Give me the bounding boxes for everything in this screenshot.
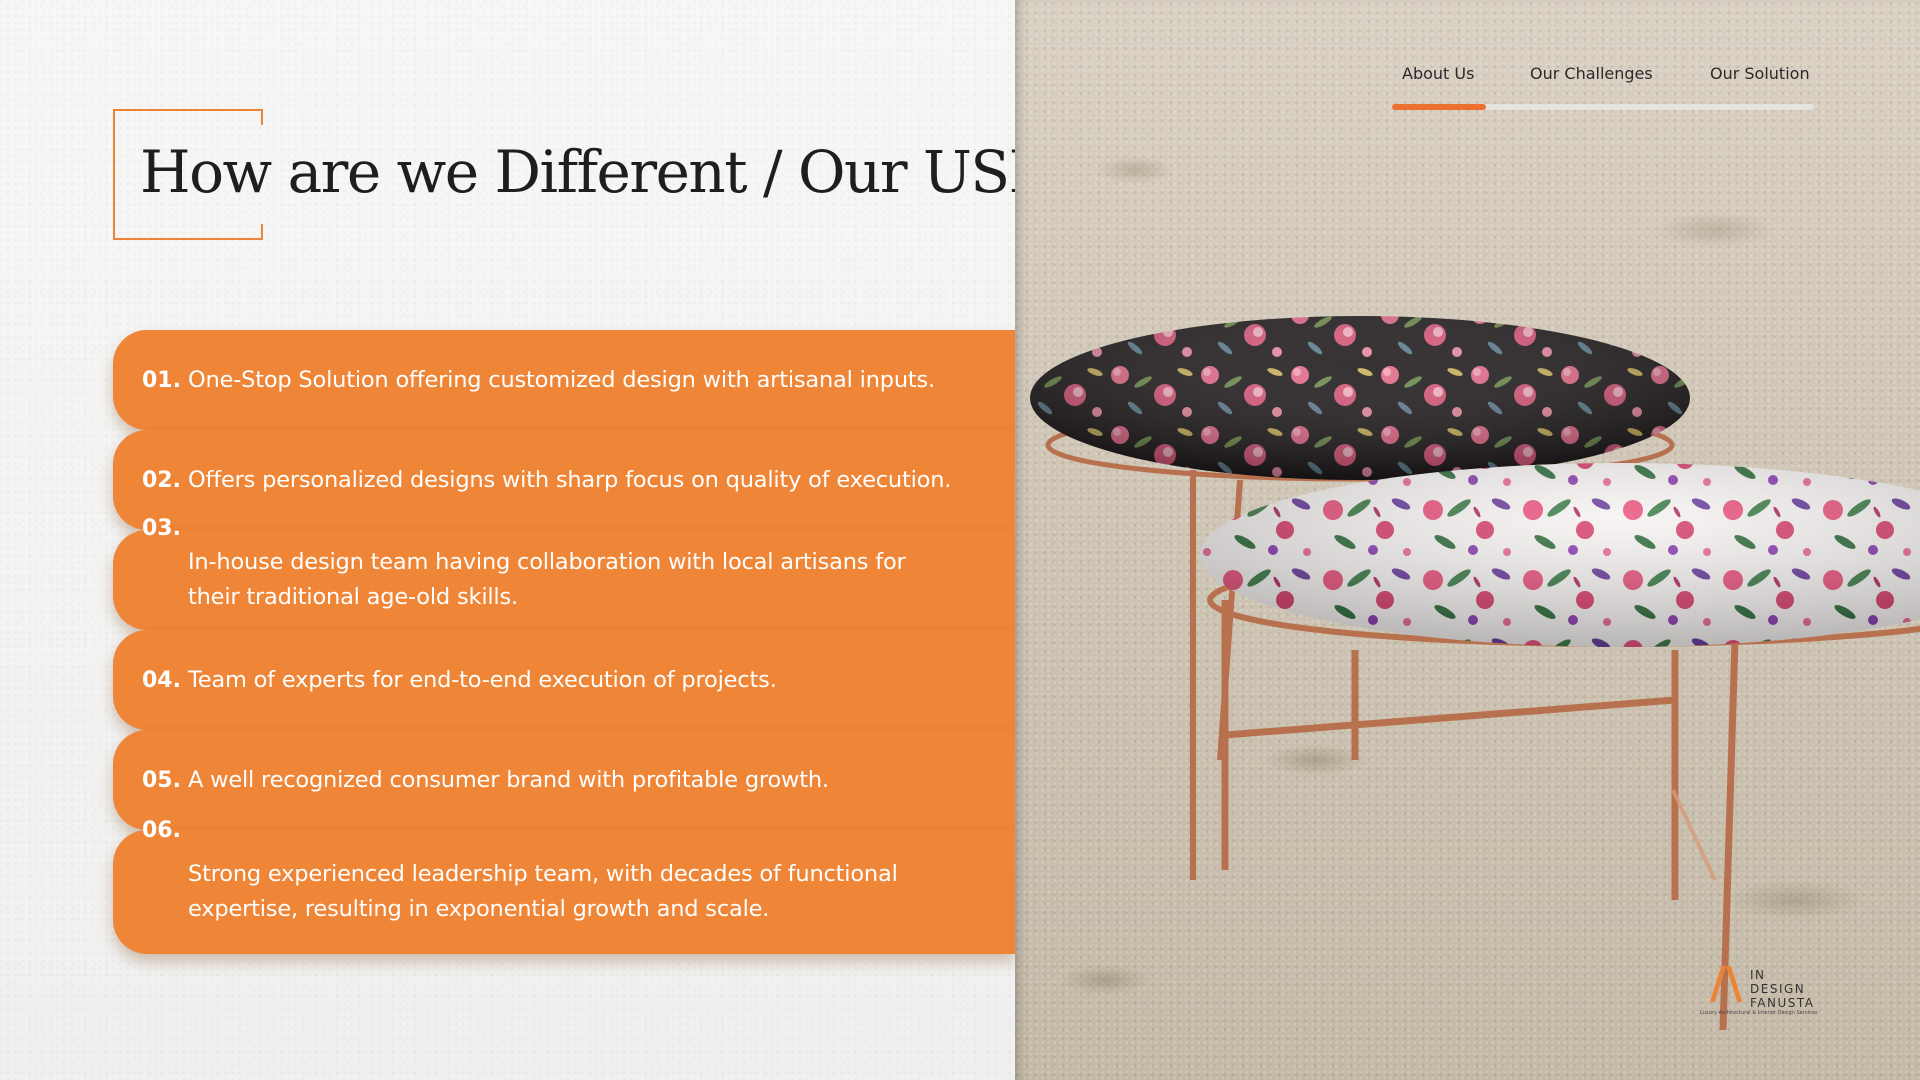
logo-text-line2: DESIGN <box>1750 982 1806 996</box>
usp-item-03: 03. In-house design team having collabor… <box>113 516 1015 630</box>
logo-tagline: Luxury Architectural & Interior Design S… <box>1700 1010 1818 1016</box>
tab-our-challenges[interactable]: Our Challenges <box>1530 64 1653 83</box>
usp-item-02: 02. Offers personalized designs with sha… <box>113 430 1015 530</box>
usp-text: Strong experienced leadership team, with… <box>188 861 898 922</box>
usp-text: In-house design team having collaboratio… <box>188 549 906 610</box>
usp-item-01: 01. One-Stop Solution offering customize… <box>113 330 1015 430</box>
usp-text: A well recognized consumer brand with pr… <box>188 766 829 793</box>
front-ottoman-legs <box>1221 600 1739 1031</box>
usp-item-05: 05. A well recognized consumer brand wit… <box>113 730 1015 830</box>
usp-list: 01. One-Stop Solution offering customize… <box>113 330 1015 954</box>
usp-number: 05. <box>142 767 181 793</box>
usp-text: One-Stop Solution offering customized de… <box>188 366 935 393</box>
nav-active-indicator <box>1392 104 1486 110</box>
page-title: How are we Different / Our USP’s <box>140 138 1093 206</box>
tab-about-us[interactable]: About Us <box>1402 64 1474 83</box>
usp-number: 02. <box>142 467 181 493</box>
ottoman-illustration <box>1030 316 1920 1031</box>
tab-our-solution[interactable]: Our Solution <box>1710 64 1810 83</box>
ottoman-photo <box>1015 0 1920 1080</box>
brand-logo: /\ IN DESIGN FANUSTA Luxury Architectura… <box>1700 958 1840 1018</box>
usp-number: 06. <box>142 818 181 843</box>
usp-number: 01. <box>142 367 181 393</box>
usp-text: Offers personalized designs with sharp f… <box>188 466 952 493</box>
logo-text-line1: IN <box>1750 968 1766 982</box>
usp-item-06: 06. Strong experienced leadership team, … <box>113 818 1015 954</box>
nav-tabs: About Us Our Challenges Our Solution <box>1392 64 1814 114</box>
usp-number: 04. <box>142 667 181 693</box>
usp-text: Team of experts for end-to-end execution… <box>188 666 777 693</box>
logo-text-line3: FANUSTA <box>1750 996 1815 1010</box>
logo-mark-icon: /\ <box>1710 958 1743 1009</box>
usp-item-04: 04. Team of experts for end-to-end execu… <box>113 630 1015 730</box>
usp-number: 03. <box>142 516 181 541</box>
